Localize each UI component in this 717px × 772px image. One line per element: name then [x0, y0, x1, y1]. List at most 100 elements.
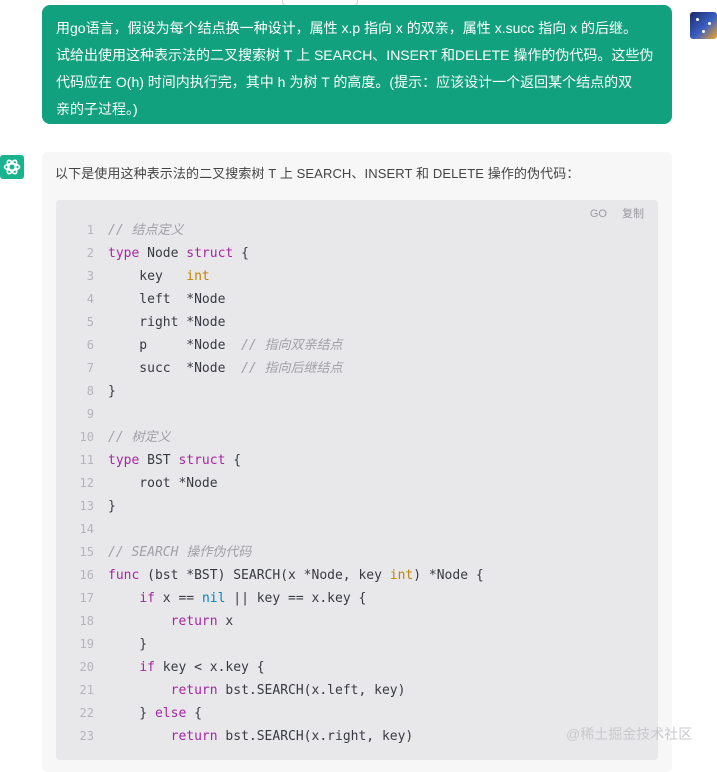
code-token: int: [186, 269, 210, 284]
code-token: if: [139, 591, 155, 606]
line-number: 11: [79, 453, 94, 467]
code-line: 21 return bst.SEARCH(x.left, key): [56, 679, 658, 702]
user-message-line: 代码应在 O(h) 时间内执行完，其中 h 为树 T 的高度。(提示：应该设计一…: [56, 74, 633, 90]
code-token: // 树定义: [108, 430, 171, 445]
code-line: 20 if key < x.key {: [56, 656, 658, 679]
code-line: 3 key int: [56, 265, 658, 288]
code-token: BST: [139, 453, 179, 468]
code-line: 15 // SEARCH 操作伪代码: [56, 541, 658, 564]
user-message-line: 用go语言，假设为每个结点换一种设计，属性 x.p 指向 x 的双亲，属性 x.…: [56, 20, 638, 36]
code-line: 9: [56, 403, 658, 426]
code-line: 10 // 树定义: [56, 426, 658, 449]
code-line: 17 if x == nil || key == x.key {: [56, 587, 658, 610]
code-line: 2 type Node struct {: [56, 242, 658, 265]
code-line: 14: [56, 518, 658, 541]
code-token: struct: [178, 453, 226, 468]
answer-intro-text: 以下是使用这种表示法的二叉搜索树 T 上 SEARCH、INSERT 和 DEL…: [55, 166, 580, 181]
code-token: }: [108, 499, 116, 514]
line-number: 14: [79, 522, 94, 536]
code-token: bst.SEARCH(x.right, key): [217, 729, 414, 744]
code-token: x: [217, 614, 234, 629]
code-token: // 指向后继结点: [241, 361, 343, 376]
code-token: // 结点定义: [108, 223, 184, 238]
code-line: 16 func (bst *BST) SEARCH(x *Node, key in…: [56, 564, 658, 587]
code-token: x ==: [154, 591, 202, 606]
code-token: key: [108, 269, 187, 284]
code-line: 8}: [56, 380, 658, 403]
code-token: nil: [201, 591, 226, 606]
line-number: 7: [86, 361, 94, 375]
code-token: bst.SEARCH(x.left, key): [217, 683, 406, 698]
line-number: 13: [79, 499, 94, 513]
user-message-line: 试给出使用这种表示法的二叉搜索树 T 上 SEARCH、INSERT 和DELE…: [56, 47, 654, 63]
code-token: || key == x.key {: [225, 591, 367, 606]
code-lines: 1 // 结点定义 2 type Node struct {3 key int 4 le…: [56, 219, 658, 748]
line-number: 5: [86, 315, 94, 329]
code-token: int: [389, 568, 414, 583]
code-token: type: [108, 246, 140, 261]
line-number: 1: [86, 223, 94, 237]
code-token: ) *Node {: [413, 568, 484, 583]
code-line: 22 } else {: [56, 702, 658, 725]
line-number: 16: [79, 568, 94, 582]
code-token: root *Node: [108, 476, 218, 491]
line-number: 12: [79, 476, 94, 490]
line-number: 3: [86, 269, 94, 283]
code-token: // 指向双亲结点: [241, 338, 343, 353]
code-token: key < x.key {: [154, 660, 265, 675]
line-number: 8: [86, 384, 94, 398]
code-token: left *Node: [108, 292, 226, 307]
code-line: 6 p *Node // 指向双亲结点: [56, 334, 658, 357]
code-block: GO 复制 1// 结点定义 2 type Node struct {3 key i…: [56, 200, 658, 760]
avatar-star-icon: [702, 30, 705, 33]
line-number: 21: [79, 683, 94, 697]
line-number: 22: [79, 706, 94, 720]
code-line: 13}: [56, 495, 658, 518]
code-line: 7 succ *Node // 指向后继结点: [56, 357, 658, 380]
code-line: 18 return x: [56, 610, 658, 633]
assistant-avatar: [0, 155, 24, 179]
line-number: 9: [86, 407, 94, 421]
code-token: (bst *BST) SEARCH(x *Node, key: [139, 568, 390, 583]
code-token: }: [108, 706, 155, 721]
line-number: 20: [79, 660, 94, 674]
code-line: 5 right *Node: [56, 311, 658, 334]
line-number: 17: [79, 591, 94, 605]
code-token: // SEARCH 操作伪代码: [108, 545, 252, 560]
code-line: 19 }: [56, 633, 658, 656]
code-token: Node: [139, 246, 187, 261]
code-token: return: [170, 614, 218, 629]
code-token: }: [108, 637, 148, 652]
code-token: func: [108, 568, 140, 583]
line-number: 10: [79, 430, 94, 444]
code-line: 1 // 结点定义: [56, 219, 658, 242]
code-token: return: [170, 683, 218, 698]
line-number: 18: [79, 614, 94, 628]
line-number: 4: [86, 292, 94, 306]
code-line: 11 type BST struct {: [56, 449, 658, 472]
line-number: 23: [79, 729, 94, 743]
user-message-bubble: 用go语言，假设为每个结点换一种设计，属性 x.p 指向 x 的双亲，属性 x.…: [42, 5, 672, 124]
code-token: right *Node: [108, 315, 226, 330]
avatar-star-icon: [708, 22, 711, 25]
watermark: @稀土掘金技术社区: [566, 726, 693, 742]
line-number: 19: [79, 637, 94, 651]
line-number: 2: [86, 246, 94, 260]
code-token: else: [154, 706, 187, 721]
code-token: }: [108, 384, 116, 399]
code-token: {: [186, 706, 202, 721]
user-message-line: 亲的子过程。): [56, 101, 138, 117]
code-token: {: [225, 453, 242, 468]
code-token: struct: [186, 246, 234, 261]
code-token: return: [170, 729, 218, 744]
code-token: {: [233, 246, 249, 261]
line-number: 6: [86, 338, 94, 352]
code-token: p *Node: [108, 338, 242, 353]
line-number: 15: [79, 545, 94, 559]
code-token: type: [108, 453, 140, 468]
user-avatar[interactable]: [690, 12, 717, 39]
